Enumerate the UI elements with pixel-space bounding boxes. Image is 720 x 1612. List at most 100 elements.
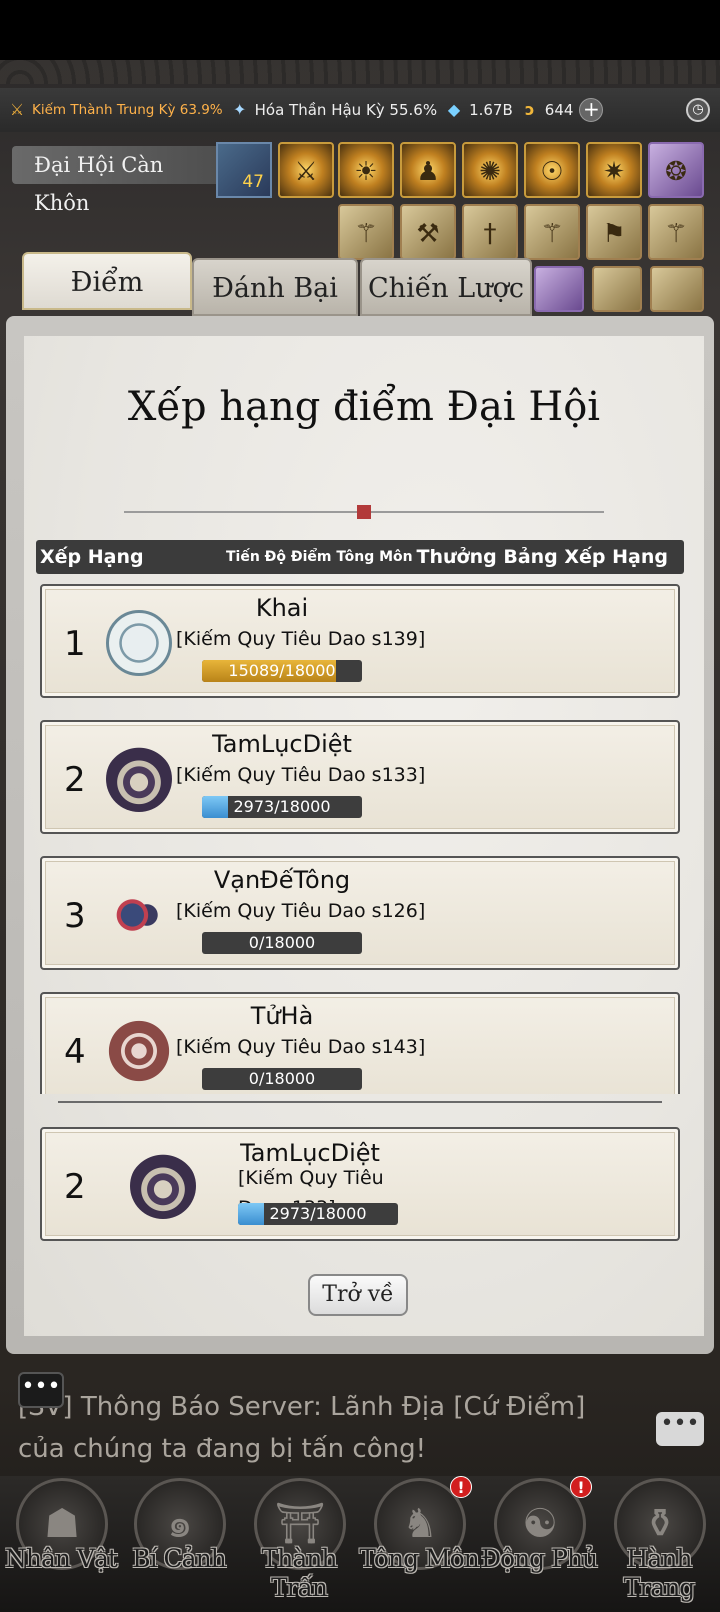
staff-icon: ⚚ xyxy=(664,219,688,249)
cultivation-sword-text: Kiếm Thành Trung Kỳ 63.9% xyxy=(32,102,223,118)
equipment-icon[interactable] xyxy=(534,266,584,312)
crystal-icon: ◆ xyxy=(447,100,461,119)
cloud-decoration xyxy=(0,60,720,84)
sect-emblem-icon xyxy=(106,882,172,948)
staff-icon: ⚚ xyxy=(540,219,564,249)
header-rank: Xếp Hạng xyxy=(40,546,144,568)
seal-icon xyxy=(357,505,371,519)
back-button[interactable]: Trở về xyxy=(308,1274,408,1316)
skill-icon[interactable]: ☉ xyxy=(524,142,580,198)
sect-emblem-icon xyxy=(130,1153,196,1219)
coin-amount: 644 xyxy=(544,101,574,119)
skill-glyph-icon: ♟ xyxy=(416,157,440,187)
player-name: VạnĐếTông xyxy=(213,866,351,894)
level-badge: 47 xyxy=(216,142,272,198)
flag-icon: ⚑ xyxy=(602,219,626,249)
column-header: Xếp Hạng Tiến Độ Điểm Tông Môn Thưởng Bả… xyxy=(36,540,684,574)
clock-icon[interactable]: ◷ xyxy=(686,98,710,122)
sword-icon: ⚔ xyxy=(9,100,25,119)
rank-number: 4 xyxy=(64,1032,86,1072)
add-coins-button[interactable]: + xyxy=(579,98,604,122)
sect-emblem-icon xyxy=(106,610,172,676)
nav-bi-canh[interactable]: ๑ Bí Cảnh xyxy=(124,1478,234,1608)
crystal-stat: ◆ 1.67B xyxy=(443,99,513,121)
skill-glyph-icon: ☀ xyxy=(354,157,378,187)
player-server: [Kiếm Quy Tiêu Dao s143] xyxy=(176,1036,426,1058)
skill-icon[interactable]: ☀ xyxy=(338,142,394,198)
skill-glyph-icon: ✺ xyxy=(479,157,501,187)
player-name: TamLụcDiệt xyxy=(212,730,352,758)
score-progress-bar: 15089/18000 xyxy=(202,660,362,682)
blade-icon: † xyxy=(483,219,497,249)
list-divider xyxy=(58,1101,662,1103)
notification-badge-icon: ! xyxy=(570,1476,592,1498)
score-text: 15089/18000 xyxy=(228,661,336,680)
equipment-icon[interactable]: ⚚ xyxy=(338,204,394,260)
skill-glyph-icon: ❂ xyxy=(665,157,687,187)
bottom-navigation: ☗ Nhân Vật ๑ Bí Cảnh ⛩ Thành Trấn ♞ ! Tô… xyxy=(0,1476,720,1612)
equipment-icon[interactable]: ⚚ xyxy=(648,204,704,260)
tab-chien-luoc[interactable]: Chiến Lược xyxy=(360,258,532,316)
rank-number: 1 xyxy=(64,624,86,664)
score-progress-bar: 2973/18000 xyxy=(202,796,362,818)
skill-icon[interactable]: ♟ xyxy=(400,142,456,198)
ranking-row[interactable]: 1 Khai [Kiếm Quy Tiêu Dao s139] 15089/18… xyxy=(40,584,680,698)
nav-thanh-tran[interactable]: ⛩ Thành Trấn xyxy=(244,1478,354,1608)
ranking-row[interactable]: 4 TửHà [Kiếm Quy Tiêu Dao s143] 0/18000 xyxy=(40,992,680,1094)
nav-label: Nhân Vật xyxy=(5,1544,118,1573)
player-name: Khai xyxy=(255,594,309,622)
tab-diem[interactable]: Điểm xyxy=(22,252,192,310)
score-text: 2973/18000 xyxy=(269,1204,367,1223)
equipment-icon[interactable] xyxy=(650,266,704,312)
nav-hanh-trang[interactable]: ⚱ Hành Trang xyxy=(604,1478,714,1608)
coin-stat: ↄ 644 xyxy=(519,99,574,121)
chat-bubble-icon[interactable]: ••• xyxy=(18,1372,64,1408)
sect-emblem-icon xyxy=(106,1018,172,1084)
nav-tong-mon[interactable]: ♞ ! Tông Môn xyxy=(359,1476,480,1608)
score-text: 0/18000 xyxy=(248,1069,316,1088)
staff-icon: ⚚ xyxy=(354,219,378,249)
score-text: 0/18000 xyxy=(248,933,316,952)
equipment-icon[interactable]: ⚒ xyxy=(400,204,456,260)
tab-danh-bai[interactable]: Đánh Bại xyxy=(192,258,358,316)
crystal-amount: 1.67B xyxy=(469,101,513,119)
equipment-icon[interactable]: † xyxy=(462,204,518,260)
skill-glyph-icon: ✷ xyxy=(603,157,625,187)
chat-area[interactable]: [SV] Thông Báo Server: Lãnh Địa [Cứ Điểm… xyxy=(0,1372,720,1472)
header-reward[interactable]: Thưởng Bảng Xếp Hạng xyxy=(417,546,668,568)
nav-nhan-vat[interactable]: ☗ Nhân Vật xyxy=(5,1478,118,1608)
fan-icon: ✦ xyxy=(232,100,247,119)
ranking-list[interactable]: 1 Khai [Kiếm Quy Tiêu Dao s139] 15089/18… xyxy=(40,584,680,1094)
player-server: [Kiếm Quy Tiêu Dao s126] xyxy=(176,900,426,922)
score-progress-bar: 0/18000 xyxy=(202,932,362,954)
axe-icon: ⚒ xyxy=(416,219,440,249)
cultivation-fan-text: Hóa Thần Hậu Kỳ 55.6% xyxy=(254,101,438,119)
coin-icon: ↄ xyxy=(525,100,535,119)
score-text: 2973/18000 xyxy=(233,797,331,816)
ranking-row[interactable]: 2 TamLụcDiệt [Kiếm Quy Tiêu Dao s133] 29… xyxy=(40,720,680,834)
skill-icon[interactable]: ❂ xyxy=(648,142,704,198)
equipment-icon[interactable]: ⚚ xyxy=(524,204,580,260)
level-value: 47 xyxy=(242,172,264,192)
skill-icon[interactable]: ⚔ xyxy=(278,142,334,198)
skill-icon[interactable]: ✷ xyxy=(586,142,642,198)
ranking-row[interactable]: 3 VạnĐếTông [Kiếm Quy Tiêu Dao s126] 0/1… xyxy=(40,856,680,970)
nav-dong-phu[interactable]: ☯ ! Động Phủ xyxy=(481,1476,598,1608)
nav-label: Tông Môn xyxy=(359,1544,480,1573)
score-progress-bar: 2973/18000 xyxy=(238,1203,398,1225)
nav-label: Hành Trang xyxy=(623,1544,696,1602)
score-progress-bar: 0/18000 xyxy=(202,1068,362,1090)
my-rank-row[interactable]: 2 TamLụcDiệt [Kiếm Quy Tiêu Dao s133] 29… xyxy=(40,1127,680,1241)
resource-bar: ⚔ Kiếm Thành Trung Kỳ 63.9% ✦ Hóa Thần H… xyxy=(0,88,720,132)
player-name: TửHà xyxy=(250,1002,314,1030)
chat-more-icon[interactable]: ••• xyxy=(656,1412,704,1446)
equipment-icon[interactable] xyxy=(592,266,642,312)
skill-icon[interactable]: ✺ xyxy=(462,142,518,198)
event-name: Đại Hội Càn Khôn xyxy=(12,146,222,215)
chat-message: [SV] Thông Báo Server: Lãnh Địa [Cứ Điểm… xyxy=(18,1392,586,1464)
equipment-icon[interactable]: ⚑ xyxy=(586,204,642,260)
nav-label: Bí Cảnh xyxy=(132,1544,227,1573)
rank-number: 2 xyxy=(64,760,86,800)
rank-number: 2 xyxy=(64,1167,86,1207)
notification-badge-icon: ! xyxy=(450,1476,472,1498)
